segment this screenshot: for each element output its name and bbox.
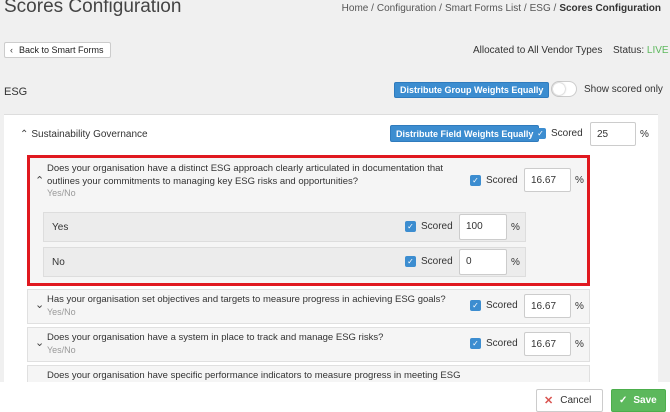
group-header[interactable]: ⌃ Sustainability Governance xyxy=(20,129,148,140)
chevron-up-icon[interactable]: ⌃ xyxy=(20,129,28,140)
highlight-frame xyxy=(27,155,590,286)
group-title: Sustainability Governance xyxy=(31,129,148,140)
checkbox-checked-icon[interactable]: ✓ xyxy=(535,128,546,139)
allocation-text: Allocated to All Vendor Types xyxy=(473,45,603,56)
question-text: Has your organisation set objectives and… xyxy=(47,294,446,305)
group-pct: % xyxy=(640,129,649,140)
breadcrumb-configuration[interactable]: Configuration / xyxy=(377,3,442,14)
breadcrumb: Home / Configuration / Smart Forms List … xyxy=(342,3,661,14)
status-label: Status: xyxy=(613,45,645,56)
group-scored: ✓ Scored xyxy=(535,128,583,139)
question-scored: ✓ Scored xyxy=(470,338,518,349)
question-weight-input[interactable]: 16.67 xyxy=(524,332,571,356)
close-icon: ✕ xyxy=(544,395,554,407)
question-pct: % xyxy=(575,339,584,350)
group-weight-input[interactable]: 25 xyxy=(590,122,636,146)
distribute-field-weights-button[interactable]: Distribute Field Weights Equally xyxy=(390,125,540,142)
breadcrumb-esg[interactable]: ESG / xyxy=(530,3,557,14)
question-type: Yes/No xyxy=(47,345,76,355)
status-indicator: Status: LIVE xyxy=(613,45,669,56)
show-scored-label: Show scored only xyxy=(584,84,663,95)
cancel-button[interactable]: ✕ Cancel xyxy=(536,389,603,412)
check-icon: ✓ xyxy=(619,395,628,406)
question-text: Does your organisation have specific per… xyxy=(47,370,461,381)
page-title: Scores Configuration xyxy=(4,0,182,17)
status-badge: LIVE xyxy=(646,45,669,56)
question-pct: % xyxy=(575,301,584,312)
chevron-down-icon[interactable]: ⌄ xyxy=(35,336,44,349)
group-scored-label: Scored xyxy=(551,128,583,139)
show-scored-toggle[interactable] xyxy=(551,81,577,97)
breadcrumb-home[interactable]: Home / xyxy=(342,3,374,14)
toggle-knob xyxy=(553,83,565,95)
breadcrumb-smart-forms-list[interactable]: Smart Forms List / xyxy=(445,3,527,14)
question-scored: ✓ Scored xyxy=(470,300,518,311)
distribute-group-weights-button[interactable]: Distribute Group Weights Equally xyxy=(394,82,550,98)
chevron-left-icon: ‹ xyxy=(10,45,13,55)
question-text: Does your organisation have a system in … xyxy=(47,332,384,343)
question-type: Yes/No xyxy=(47,307,76,317)
chevron-down-icon[interactable]: ⌄ xyxy=(35,298,44,311)
checkbox-checked-icon[interactable]: ✓ xyxy=(470,300,481,311)
checkbox-checked-icon[interactable]: ✓ xyxy=(470,338,481,349)
back-to-smart-forms-button[interactable]: ‹ Back to Smart Forms xyxy=(4,42,111,58)
section-title: ESG xyxy=(4,86,28,98)
save-button[interactable]: ✓ Save xyxy=(611,389,666,412)
back-button-label: Back to Smart Forms xyxy=(19,45,104,55)
breadcrumb-current: Scores Configuration xyxy=(559,3,661,14)
question-weight-input[interactable]: 16.67 xyxy=(524,294,571,318)
